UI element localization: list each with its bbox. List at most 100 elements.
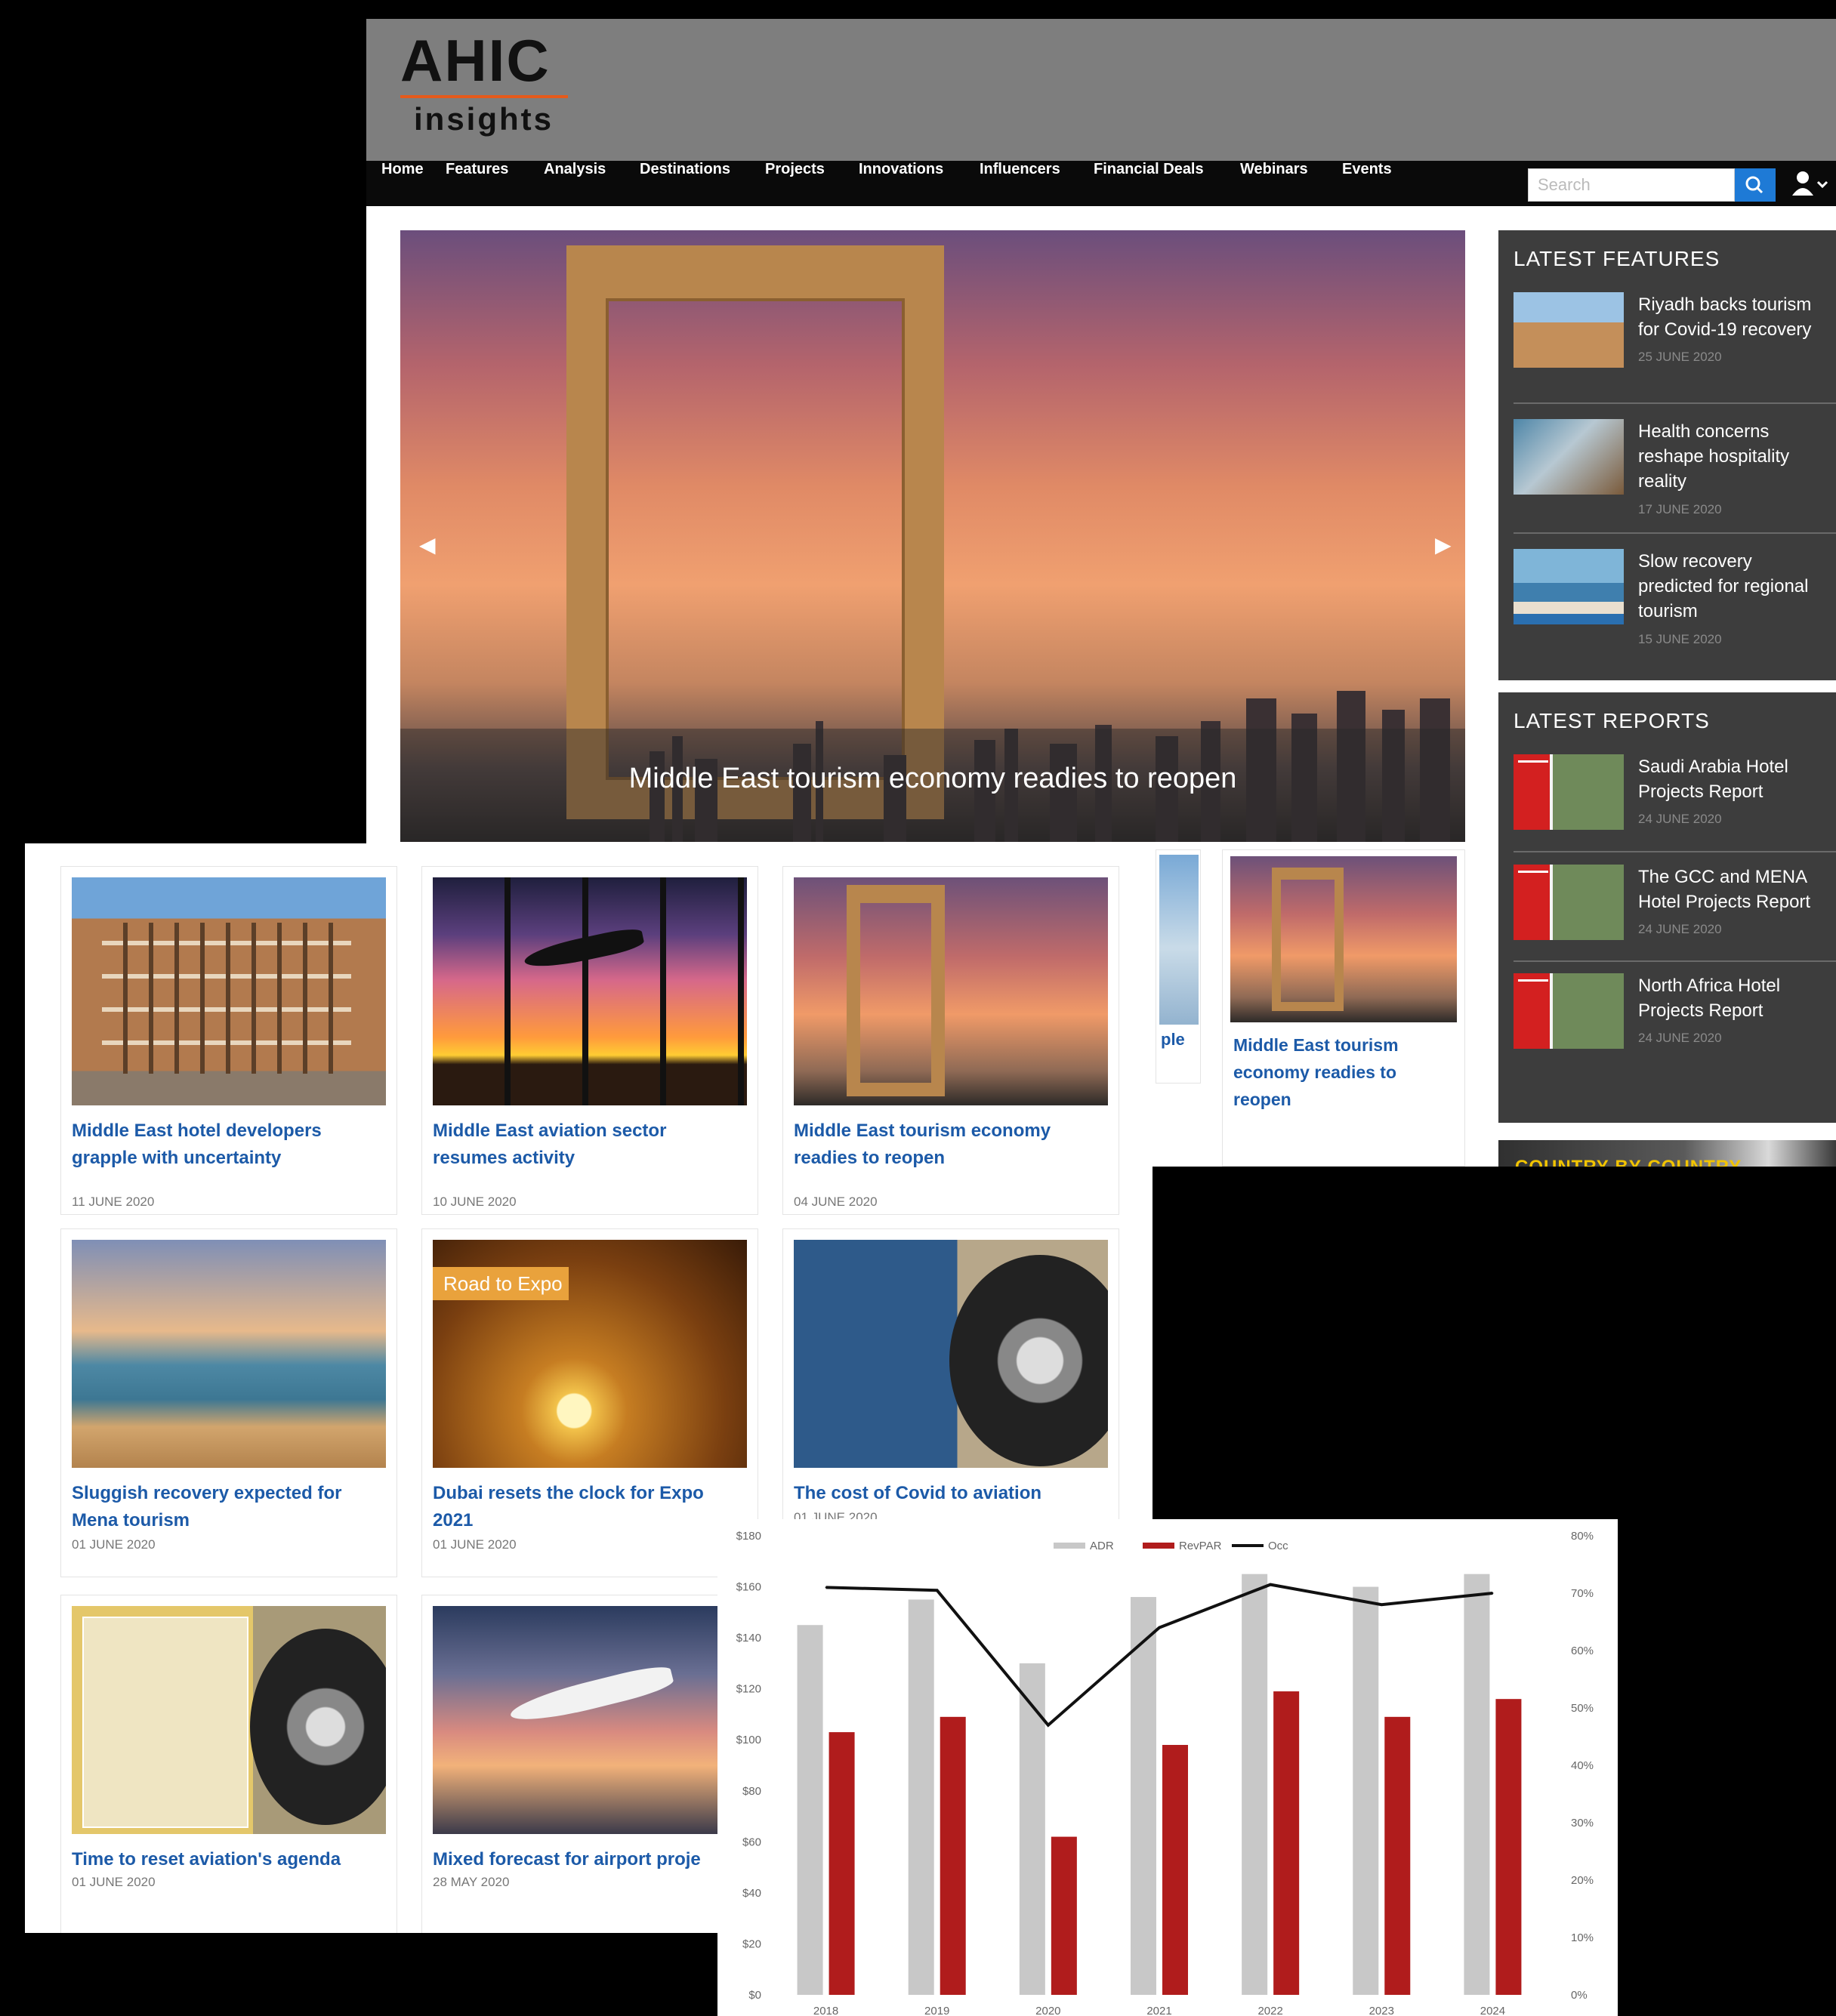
y-left-tick-label: $20 bbox=[742, 1937, 761, 1950]
report-title[interactable]: The GCC and MENA Hotel Projects Report bbox=[1638, 865, 1831, 914]
bar-revpar bbox=[1273, 1691, 1300, 1995]
article-card[interactable]: Mixed forecast for airport proje 28 MAY … bbox=[421, 1595, 758, 1933]
article-title[interactable]: Middle East tourism economy readies to r… bbox=[1233, 1031, 1437, 1113]
report-thumbnail bbox=[1514, 754, 1624, 830]
user-menu-button[interactable] bbox=[1786, 167, 1831, 202]
y-right-tick-label: 80% bbox=[1571, 1530, 1594, 1543]
aircraft-wheel bbox=[949, 1255, 1108, 1466]
article-title[interactable]: Sluggish recovery expected for Mena tour… bbox=[72, 1480, 389, 1534]
hero-slider[interactable]: Middle East tourism economy readies to r… bbox=[400, 230, 1465, 842]
y-left-tick-label: $160 bbox=[736, 1581, 761, 1594]
plane-silhouette bbox=[522, 925, 646, 973]
article-title[interactable]: Middle East aviation sector resumes acti… bbox=[433, 1117, 750, 1172]
nav-destinations[interactable]: Destinations bbox=[640, 161, 730, 178]
y-right-tick-label: 0% bbox=[1571, 1989, 1588, 2002]
bar-revpar bbox=[940, 1716, 966, 1995]
article-card[interactable]: Middle East tourism economy readies to r… bbox=[1222, 849, 1465, 1167]
search-icon bbox=[1745, 176, 1763, 194]
ahic-logo[interactable]: AHIC insights bbox=[400, 30, 574, 151]
feature-date: 17 JUNE 2020 bbox=[1638, 502, 1722, 516]
main-navbar: Home Features Analysis Destinations Proj… bbox=[366, 161, 1836, 206]
bar-adr bbox=[1019, 1663, 1045, 1995]
search-input[interactable]: Search bbox=[1528, 168, 1735, 202]
line-point-occ bbox=[1381, 1604, 1383, 1606]
bar-adr bbox=[797, 1625, 823, 1995]
y-left-tick-label: $100 bbox=[736, 1734, 761, 1746]
article-image bbox=[794, 877, 1108, 1105]
sidebar: LATEST FEATURES Riyadh backs tourism for… bbox=[1498, 230, 1836, 1167]
article-title[interactable]: Dubai resets the clock for Expo 2021 bbox=[433, 1480, 750, 1534]
hero-next-arrow-icon[interactable]: ▶ bbox=[1435, 532, 1458, 563]
search-button[interactable] bbox=[1735, 168, 1776, 202]
logo-rule bbox=[400, 95, 568, 98]
feature-title[interactable]: Slow recovery predicted for regional tou… bbox=[1638, 549, 1831, 624]
article-card[interactable]: Sluggish recovery expected for Mena tour… bbox=[60, 1228, 397, 1577]
hero-caption[interactable]: Middle East tourism economy readies to r… bbox=[400, 763, 1465, 795]
article-title[interactable]: Mixed forecast for airport proje bbox=[433, 1846, 750, 1873]
nav-events[interactable]: Events bbox=[1342, 161, 1392, 178]
article-card-partial[interactable]: ple bbox=[1156, 849, 1201, 1084]
article-image bbox=[72, 1240, 386, 1468]
feature-item[interactable]: Health concerns reshape hospitality real… bbox=[1514, 419, 1836, 532]
plane-silhouette bbox=[507, 1661, 676, 1729]
nav-webinars[interactable]: Webinars bbox=[1240, 161, 1308, 178]
logo-wordmark: AHIC bbox=[400, 27, 551, 94]
article-card[interactable]: Middle East tourism economy readies to r… bbox=[782, 866, 1119, 1215]
article-card[interactable]: Middle East hotel developers grapple wit… bbox=[60, 866, 397, 1215]
article-title[interactable]: The cost of Covid to aviation bbox=[794, 1480, 1111, 1507]
report-item[interactable]: Saudi Arabia Hotel Projects Report 24 JU… bbox=[1514, 754, 1836, 845]
feature-title[interactable]: Health concerns reshape hospitality real… bbox=[1638, 419, 1831, 494]
y-right-tick-label: 40% bbox=[1571, 1759, 1594, 1772]
report-item[interactable]: North Africa Hotel Projects Report 24 JU… bbox=[1514, 973, 1836, 1064]
chart-svg: $0 $20 $40 $60 $80 $100 $120 $140 $160 $180 0% 10% 2… bbox=[736, 1530, 1594, 2016]
bar-revpar bbox=[1162, 1744, 1188, 1995]
country-by-country-banner[interactable]: COUNTRY-BY-COUNTRY bbox=[1498, 1140, 1836, 1167]
feature-thumbnail bbox=[1514, 419, 1624, 495]
nav-features[interactable]: Features bbox=[446, 161, 508, 178]
report-title[interactable]: Saudi Arabia Hotel Projects Report bbox=[1638, 754, 1831, 804]
feature-thumbnail bbox=[1514, 292, 1624, 368]
nav-innovations[interactable]: Innovations bbox=[859, 161, 943, 178]
y-left-tick-label: $80 bbox=[742, 1785, 761, 1798]
nav-home[interactable]: Home bbox=[381, 161, 424, 178]
article-card[interactable]: Middle East aviation sector resumes acti… bbox=[421, 866, 758, 1215]
feature-date: 25 JUNE 2020 bbox=[1638, 350, 1722, 364]
y-left-tick-label: $0 bbox=[748, 1989, 761, 2002]
article-card[interactable]: Time to reset aviation's agenda 01 JUNE … bbox=[60, 1595, 397, 1933]
nav-financial-deals[interactable]: Financial Deals bbox=[1094, 161, 1204, 178]
feature-date: 15 JUNE 2020 bbox=[1638, 632, 1722, 646]
x-tick-label: 2022 bbox=[1257, 2005, 1282, 2016]
article-image bbox=[72, 877, 386, 1105]
nav-analysis[interactable]: Analysis bbox=[544, 161, 606, 178]
article-date: 01 JUNE 2020 bbox=[433, 1537, 517, 1552]
feature-item[interactable]: Riyadh backs tourism for Covid-19 recove… bbox=[1514, 292, 1836, 383]
x-tick-label: 2020 bbox=[1035, 2005, 1060, 2016]
y-right-tick-label: 70% bbox=[1571, 1587, 1594, 1600]
x-tick-label: 2024 bbox=[1480, 2005, 1505, 2016]
hero-prev-arrow-icon[interactable]: ◀ bbox=[419, 532, 442, 563]
article-date: 11 JUNE 2020 bbox=[72, 1194, 155, 1209]
divider bbox=[1514, 960, 1836, 962]
article-card[interactable]: Road to Expo Dubai resets the clock for … bbox=[421, 1228, 758, 1577]
article-title[interactable]: Middle East tourism economy readies to r… bbox=[794, 1117, 1111, 1172]
feature-item[interactable]: Slow recovery predicted for regional tou… bbox=[1514, 549, 1836, 662]
article-title[interactable]: Time to reset aviation's agenda bbox=[72, 1846, 389, 1873]
bar-adr bbox=[1353, 1586, 1379, 1995]
y-left-tick-label: $40 bbox=[742, 1887, 761, 1900]
report-title[interactable]: North Africa Hotel Projects Report bbox=[1638, 973, 1831, 1023]
article-image bbox=[794, 1240, 1108, 1468]
report-item[interactable]: The GCC and MENA Hotel Projects Report 2… bbox=[1514, 865, 1836, 955]
bar-adr bbox=[1131, 1597, 1156, 1995]
article-image bbox=[433, 1606, 747, 1834]
feature-title[interactable]: Riyadh backs tourism for Covid-19 recove… bbox=[1638, 292, 1831, 342]
bar-revpar bbox=[1384, 1716, 1411, 1995]
nav-influencers[interactable]: Influencers bbox=[980, 161, 1060, 178]
y-left-tick-label: $180 bbox=[736, 1530, 761, 1543]
aircraft-wheel bbox=[250, 1629, 386, 1825]
nav-projects[interactable]: Projects bbox=[765, 161, 825, 178]
y-right-tick-label: 50% bbox=[1571, 1702, 1594, 1715]
x-tick-label: 2021 bbox=[1146, 2005, 1171, 2016]
article-title[interactable]: Middle East hotel developers grapple wit… bbox=[72, 1117, 389, 1172]
article-image bbox=[1230, 856, 1457, 1022]
y-right-tick-label: 30% bbox=[1571, 1817, 1594, 1830]
